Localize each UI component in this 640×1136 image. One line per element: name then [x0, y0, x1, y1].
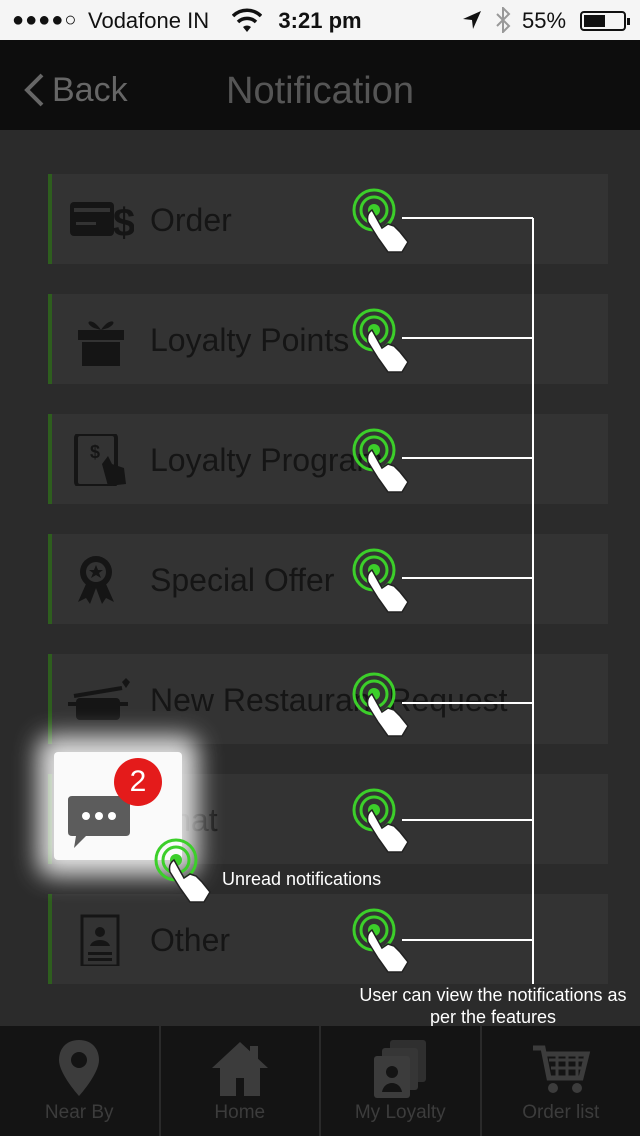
- award-icon: [78, 556, 114, 604]
- tap-gesture-icon: [352, 548, 409, 613]
- tap-gesture-icon: [352, 308, 409, 373]
- tap-gesture-icon: [352, 428, 409, 493]
- tablet-icon: $: [74, 434, 126, 486]
- document-icon: [80, 914, 120, 966]
- bottom-tab-bar: Near By Home My Loyalty Order list: [0, 1026, 640, 1136]
- row-label: Loyalty Points: [150, 322, 350, 358]
- svg-text:$: $: [113, 201, 134, 245]
- battery-percent: 55%: [522, 8, 567, 33]
- features-annotation: User can view the notifications as per t…: [359, 985, 627, 1027]
- tab-home[interactable]: Home: [161, 1026, 321, 1136]
- loyalty-cards-icon: [374, 1040, 427, 1098]
- notification-row-other[interactable]: Other: [48, 894, 608, 984]
- notification-row-order[interactable]: $ Order: [48, 174, 608, 264]
- row-label: Special Offer: [150, 562, 335, 598]
- row-label: New Restaurant Request: [150, 682, 508, 718]
- pot-icon: [68, 678, 130, 720]
- gift-icon: [78, 321, 124, 366]
- tab-order-list[interactable]: Order list: [482, 1026, 640, 1136]
- nav-header: Back Notification: [0, 40, 640, 130]
- tap-gesture-icon: [352, 908, 409, 973]
- tab-label: Order list: [522, 1102, 600, 1123]
- bluetooth-icon: [496, 7, 511, 33]
- tap-gesture-icon: [352, 188, 409, 253]
- row-label: Order: [150, 202, 232, 238]
- cart-icon: [532, 1045, 590, 1093]
- notification-row-special-offer[interactable]: Special Offer: [48, 534, 608, 624]
- tap-gesture-icon: [154, 838, 211, 903]
- notification-row-new-restaurant-request[interactable]: New Restaurant Request: [48, 654, 608, 744]
- unread-annotation: Unread notifications: [222, 869, 382, 889]
- home-icon: [211, 1042, 268, 1096]
- unread-count-badge: 2: [114, 758, 162, 806]
- tap-gesture-icon: [352, 672, 409, 737]
- tab-near-by[interactable]: Near By: [0, 1026, 161, 1136]
- location-pin-icon: [59, 1040, 100, 1096]
- notification-row-loyalty-program[interactable]: $ Loyalty Program: [48, 414, 608, 504]
- order-icon: $: [70, 201, 134, 245]
- tap-gesture-icon: [352, 788, 409, 853]
- tab-label: Home: [214, 1102, 266, 1123]
- tab-label: My Loyalty: [354, 1102, 446, 1123]
- status-bar: ●●●●○ Vodafone IN 3:21 pm 55%: [0, 0, 640, 40]
- chat-icon: [68, 796, 130, 848]
- tab-my-loyalty[interactable]: My Loyalty: [321, 1026, 482, 1136]
- row-label: Loyalty Program: [150, 442, 383, 478]
- location-arrow-icon: [463, 11, 481, 29]
- tab-label: Near By: [44, 1102, 114, 1123]
- notification-row-loyalty-points[interactable]: Loyalty Points: [48, 294, 608, 384]
- battery-icon: [580, 11, 630, 31]
- svg-text:$: $: [90, 442, 100, 462]
- page-title: Notification: [226, 70, 414, 112]
- row-label: Other: [150, 922, 231, 958]
